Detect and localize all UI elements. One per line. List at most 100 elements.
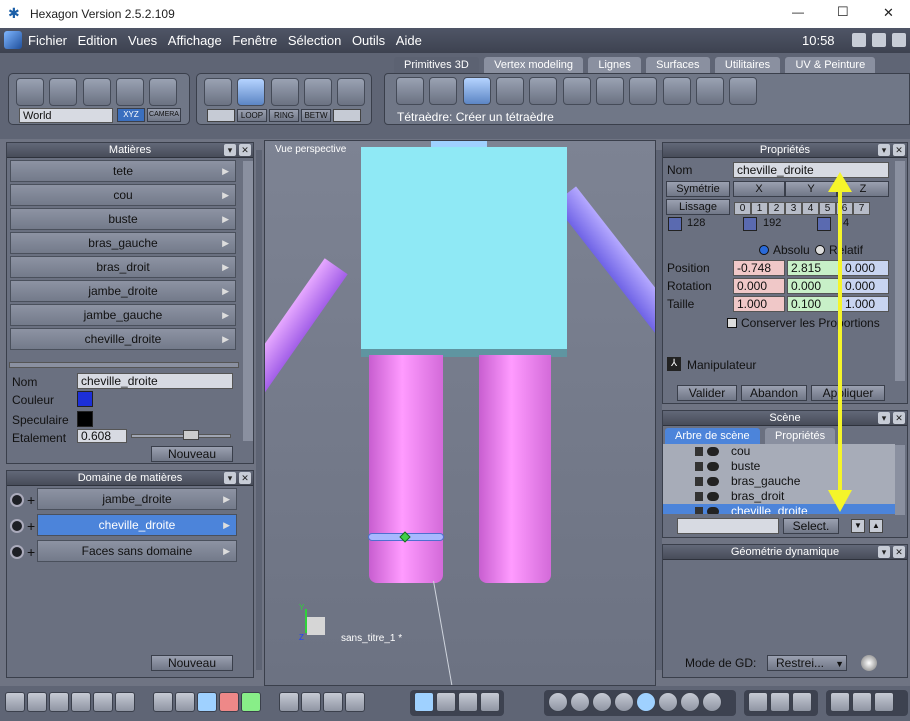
tree-item-cheville-droite[interactable]: cheville_droite xyxy=(663,504,895,514)
coordinate-dropdown[interactable]: World xyxy=(19,108,113,123)
eye-icon[interactable] xyxy=(707,462,719,471)
material-item-tete[interactable]: tete ▶ xyxy=(10,160,236,182)
tree-item-buste[interactable]: buste xyxy=(663,459,895,474)
taille-x-field[interactable]: 1.000 xyxy=(733,296,785,312)
ghost-icon[interactable] xyxy=(149,78,178,106)
box-icon[interactable] xyxy=(852,692,872,712)
nouveau-domaine-button[interactable]: Nouveau xyxy=(151,655,233,671)
domain-item-cheville-droite[interactable]: cheville_droite ▶ xyxy=(37,514,237,536)
betw-button[interactable]: BETW xyxy=(301,109,331,122)
ring-button[interactable]: RING xyxy=(269,109,299,122)
tab-primitives-3d[interactable]: Primitives 3D xyxy=(394,57,479,73)
zoom-fit-icon[interactable] xyxy=(279,692,299,712)
plus-icon[interactable]: + xyxy=(27,492,35,508)
scene-close-button[interactable]: ✕ xyxy=(893,412,905,424)
eye-icon[interactable] xyxy=(707,507,719,514)
geometrie-menu-button[interactable]: ▾ xyxy=(878,546,890,558)
tab-surfaces[interactable]: Surfaces xyxy=(646,57,710,73)
tab-vertex-modeling[interactable]: Vertex modeling xyxy=(484,57,584,73)
paint-select-icon[interactable] xyxy=(82,78,111,106)
domain-row[interactable]: + jambe_droite ▶ xyxy=(7,488,253,512)
smooth-shaded-icon[interactable] xyxy=(570,692,590,712)
gd-sphere-icon[interactable] xyxy=(861,655,877,671)
select-button[interactable]: Select. xyxy=(783,518,839,534)
layers-icon[interactable] xyxy=(874,692,894,712)
abandon-button[interactable]: Abandon xyxy=(741,385,807,401)
eye-icon[interactable] xyxy=(707,477,719,486)
layout-split-icon[interactable] xyxy=(49,692,69,712)
select-options-icon[interactable] xyxy=(333,109,361,122)
material-item-bras-gauche[interactable]: bras_gauche ▶ xyxy=(10,232,236,254)
camera-button[interactable]: CAMERA xyxy=(147,108,181,122)
universal-manipulator-icon[interactable] xyxy=(414,692,434,712)
matieres-scrollbar[interactable] xyxy=(243,161,253,441)
domain-item-jambe-droite[interactable]: jambe_droite ▶ xyxy=(37,488,237,510)
maximize-button[interactable]: ☐ xyxy=(837,4,849,20)
grid-red-icon[interactable] xyxy=(219,692,239,712)
tree-item-bras-gauche[interactable]: bras_gauche xyxy=(663,474,895,489)
material-item-jambe-droite[interactable]: jambe_droite ▶ xyxy=(10,280,236,302)
layout-vertical-icon[interactable] xyxy=(71,692,91,712)
tree-item-bras-droit[interactable]: bras_droit xyxy=(663,489,895,504)
face-mode-icon[interactable] xyxy=(304,78,333,106)
bras-gauche-mesh[interactable] xyxy=(265,258,348,394)
domaine-close-button[interactable]: ✕ xyxy=(239,472,251,484)
octahedron-icon[interactable] xyxy=(629,77,658,105)
move-up-icon[interactable]: ▲ xyxy=(869,519,883,533)
app-max-button[interactable] xyxy=(872,33,886,47)
view-eye-icon[interactable] xyxy=(345,692,365,712)
matieres-close-button[interactable]: ✕ xyxy=(239,144,251,156)
etalement-slider[interactable] xyxy=(131,434,231,438)
tetrahedron-icon[interactable] xyxy=(596,77,625,105)
lissage-button[interactable]: Lissage xyxy=(666,199,730,215)
eye-icon[interactable] xyxy=(10,493,24,507)
lock-icon[interactable] xyxy=(695,492,703,501)
jambe-gauche-mesh[interactable] xyxy=(479,355,551,583)
viewport-top-handle[interactable] xyxy=(431,141,487,147)
material-name-field[interactable]: cheville_droite xyxy=(77,373,233,389)
matieres-menu-button[interactable]: ▾ xyxy=(224,144,236,156)
menu-aide[interactable]: Aide xyxy=(396,33,422,48)
layout-quad-icon[interactable] xyxy=(27,692,47,712)
brush-icon[interactable] xyxy=(207,109,235,122)
globe-icon[interactable] xyxy=(830,692,850,712)
material-item-cheville-droite[interactable]: cheville_droite ▶ xyxy=(10,328,236,350)
lasso-icon[interactable] xyxy=(49,78,78,106)
flat-shaded-icon[interactable] xyxy=(592,692,612,712)
proprietes-menu-button[interactable]: ▾ xyxy=(878,144,890,156)
menu-outils[interactable]: Outils xyxy=(352,33,385,48)
grid-snap-icon[interactable] xyxy=(153,692,173,712)
domaine-menu-button[interactable]: ▾ xyxy=(224,472,236,484)
sym-x-button[interactable]: X xyxy=(733,181,785,197)
shaded-wire-icon[interactable] xyxy=(614,692,634,712)
move-icon[interactable] xyxy=(436,692,456,712)
cylinder-icon[interactable] xyxy=(529,77,558,105)
lissage-2-button[interactable]: 2 xyxy=(768,202,785,215)
lissage-1-button[interactable]: 1 xyxy=(751,202,768,215)
rotation-x-field[interactable]: 0.000 xyxy=(733,278,785,294)
lock-icon[interactable] xyxy=(695,477,703,486)
menu-selection[interactable]: Sélection xyxy=(288,33,341,48)
white-sphere-icon[interactable] xyxy=(680,692,700,712)
layout-horizontal-icon[interactable] xyxy=(93,692,113,712)
eye-icon[interactable] xyxy=(707,492,719,501)
small-sphere-icon[interactable] xyxy=(702,692,722,712)
material-item-bras-droit[interactable]: bras_droit ▶ xyxy=(10,256,236,278)
symetrie-button[interactable]: Symétrie xyxy=(666,181,730,197)
tree-item-cou[interactable]: cou xyxy=(663,444,895,459)
menu-edition[interactable]: Edition xyxy=(78,33,118,48)
textured-icon[interactable] xyxy=(636,692,656,712)
menu-vues[interactable]: Vues xyxy=(128,33,157,48)
layout-three-icon[interactable] xyxy=(115,692,135,712)
object-name-field[interactable]: cheville_droite xyxy=(733,162,889,178)
buste-mesh[interactable] xyxy=(361,147,567,351)
icosahedron-icon[interactable] xyxy=(696,77,725,105)
domain-item-faces-sans-domaine[interactable]: Faces sans domaine ▶ xyxy=(37,540,237,562)
splitter[interactable] xyxy=(9,362,239,368)
lissage-0-button[interactable]: 0 xyxy=(734,202,751,215)
layout-single-icon[interactable] xyxy=(5,692,25,712)
scale-icon[interactable] xyxy=(480,692,500,712)
plane-icon[interactable] xyxy=(462,77,491,105)
material-item-cou[interactable]: cou ▶ xyxy=(10,184,236,206)
mode-gd-dropdown[interactable]: Restrei... ▼ xyxy=(767,655,847,671)
